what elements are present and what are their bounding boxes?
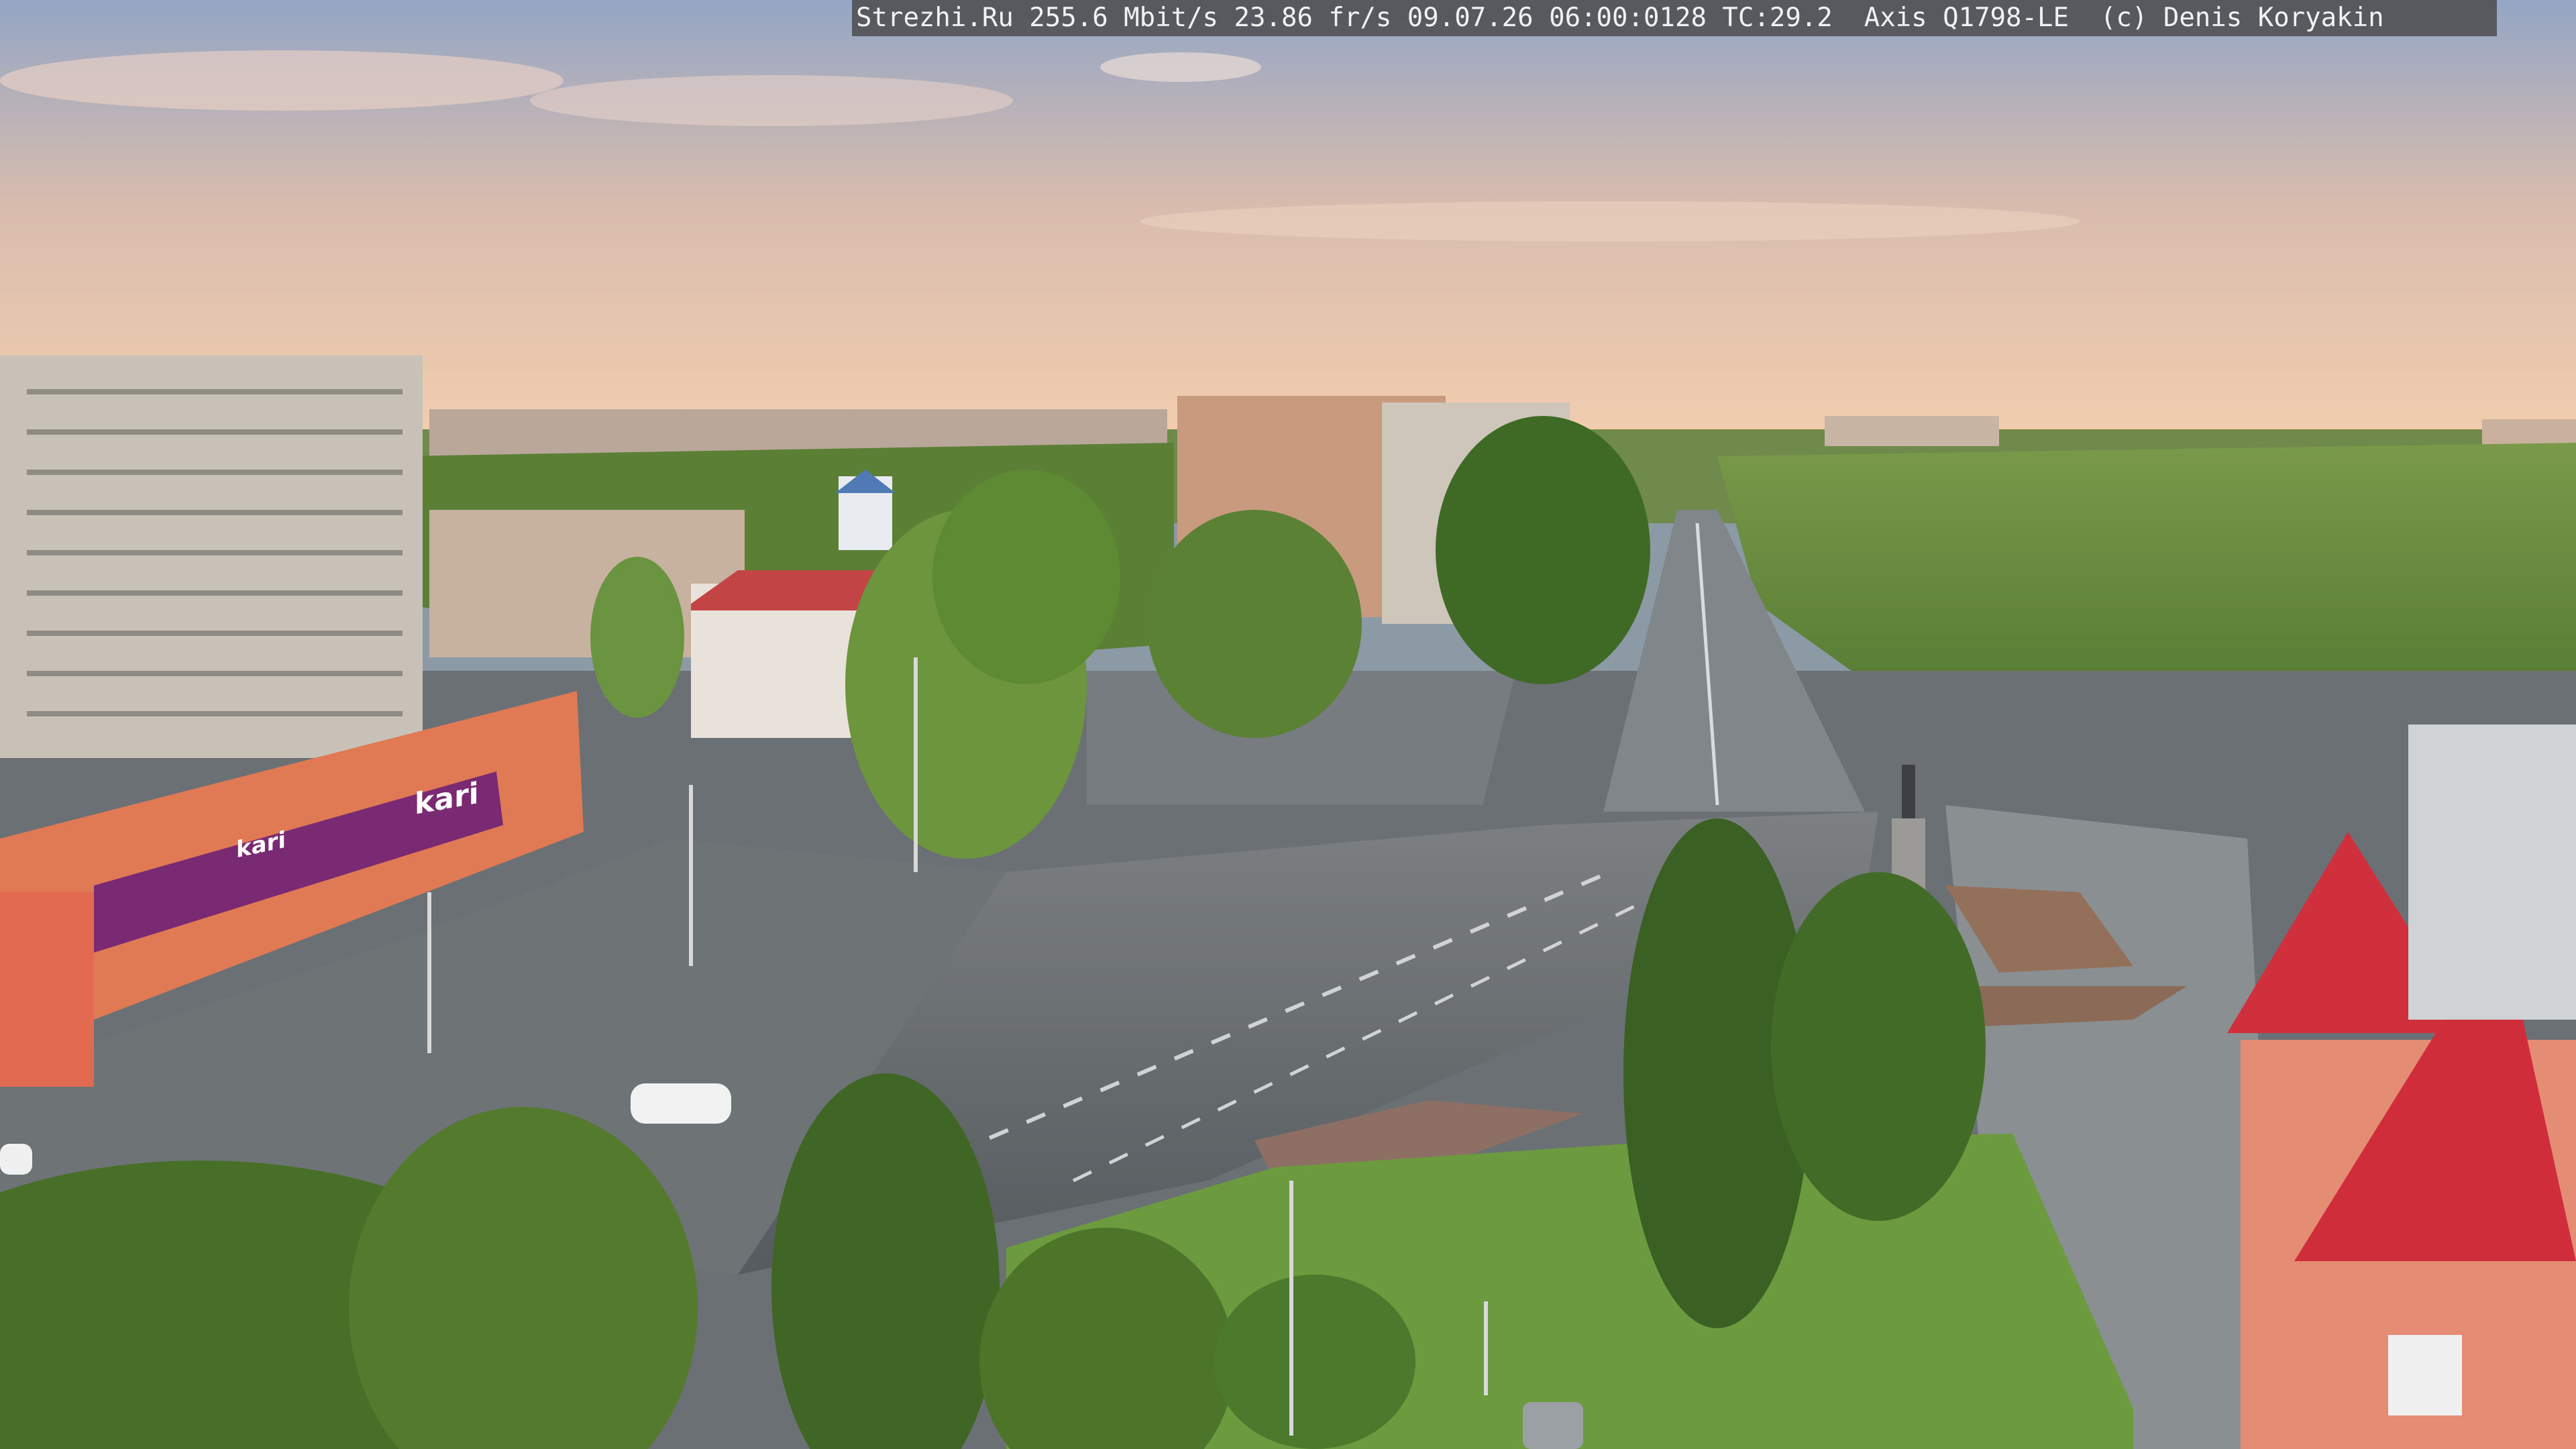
cloud [1100,52,1261,82]
distant-building [1825,416,1999,446]
cloud [1140,201,2080,241]
shop-building-end [0,892,94,1087]
foreground-tree [1214,1275,1415,1449]
tree [590,557,684,718]
tree [1147,510,1362,738]
car [631,1083,731,1124]
car [0,1144,32,1175]
foreground-tree [1771,872,1986,1221]
apartment-block-left [0,356,423,758]
car [1523,1402,1583,1449]
camera-frame: kari kari Strezhi.Ru 255.6 Mbit/s 23.86 … [0,0,2576,1449]
tree [1436,416,1650,684]
webcam-scene [0,0,2576,1449]
camera-info-overlay: Strezhi.Ru 255.6 Mbit/s 23.86 fr/s 09.07… [852,0,2497,36]
right-white-building [2408,724,2576,1020]
red-tower-window [2388,1335,2462,1415]
monument-statue [1902,765,1915,818]
cloud [530,75,1013,126]
tree [932,470,1120,684]
cloud [0,50,564,111]
